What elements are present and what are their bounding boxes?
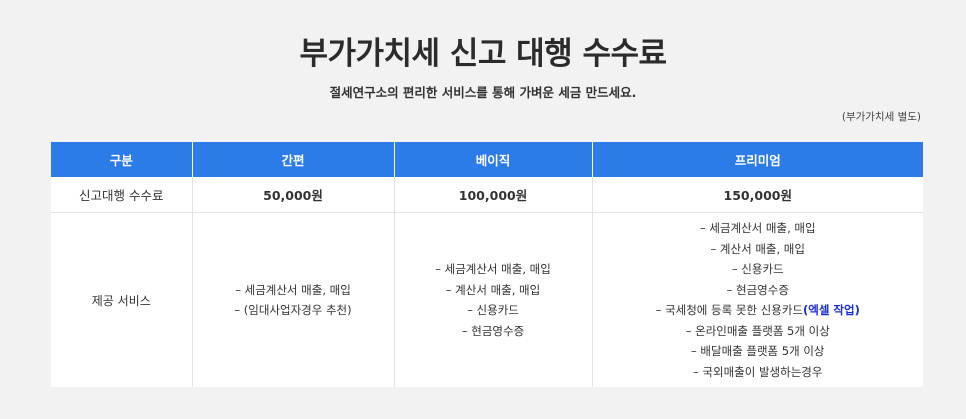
page-subtitle: 절세연구소의 편리한 서비스를 통해 가벼운 세금 만드세요. bbox=[329, 85, 637, 100]
list-item: – 신용카드 bbox=[731, 262, 784, 276]
list-item: – 국외매출이 발생하는경우 bbox=[693, 364, 823, 379]
list-item: – 배달매출 플랫폼 5개 이상 bbox=[691, 344, 825, 358]
table-header-row: 구분 간편 베이직 프리미엄 bbox=[51, 142, 923, 177]
list-item-highlighted: – 국세청에 등록 못한 신용카드(엑셀 작업) bbox=[593, 300, 924, 321]
fee-premium: 150,000원 bbox=[591, 177, 923, 213]
service-premium-cell: – 세금계산서 매출, 매입 – 계산서 매출, 매입 – 신용카드 – 현금영… bbox=[591, 212, 924, 387]
list-item: – 세금계산서 매출, 매입 bbox=[435, 262, 551, 276]
service-basic-cell: – 세금계산서 매출, 매입 – 계산서 매출, 매입 – 신용카드 – 현금영… bbox=[393, 212, 592, 387]
list-item: – 계산서 매출, 매입 bbox=[710, 241, 805, 256]
service-row: 제공 서비스 – 세금계산서 매출, 매입 – (임대사업자경우 추천) – 세… bbox=[51, 212, 924, 387]
service-row-label: 제공 서비스 bbox=[51, 212, 192, 387]
excel-work-highlight: (엑셀 작업) bbox=[803, 303, 860, 317]
service-premium-list: – 세금계산서 매출, 매입 – 계산서 매출, 매입 – 신용카드 – 현금영… bbox=[593, 218, 924, 382]
list-item: – 계산서 매출, 매입 bbox=[445, 282, 541, 297]
fee-simple: 50,000원 bbox=[191, 177, 394, 213]
column-header-category: 구분 bbox=[51, 142, 192, 177]
fee-basic: 100,000원 bbox=[393, 177, 592, 213]
column-header-simple: 간편 bbox=[191, 142, 394, 177]
pricing-table: 구분 간편 베이직 프리미엄 신고대행 수수료 50,000원 100,000원… bbox=[51, 142, 923, 387]
list-item: – 온라인매출 플랫폼 5개 이상 bbox=[685, 323, 830, 338]
list-item: – 세금계산서 매출, 매입 bbox=[235, 282, 351, 297]
service-simple-list: – 세금계산서 매출, 매입 – (임대사업자경우 추천) bbox=[193, 280, 394, 321]
list-item: – 세금계산서 매출, 매입 bbox=[699, 221, 816, 235]
fee-row-label: 신고대행 수수료 bbox=[79, 188, 164, 203]
page-title: 부가가치세 신고 대행 수수료 bbox=[299, 36, 667, 72]
list-item: – 현금영수증 bbox=[461, 323, 525, 338]
service-simple-cell: – 세금계산서 매출, 매입 – (임대사업자경우 추천) bbox=[191, 212, 394, 387]
column-header-premium: 프리미엄 bbox=[591, 142, 923, 177]
list-item-text: – 국세청에 등록 못한 신용카드 bbox=[655, 303, 803, 317]
service-basic-list: – 세금계산서 매출, 매입 – 계산서 매출, 매입 – 신용카드 – 현금영… bbox=[395, 259, 592, 341]
column-header-basic: 베이직 bbox=[393, 142, 592, 177]
vat-note: (부가가치세 별도) bbox=[841, 111, 921, 123]
list-item: – 신용카드 bbox=[467, 303, 519, 317]
list-item: – 현금영수증 bbox=[726, 282, 789, 297]
fee-row: 신고대행 수수료 50,000원 100,000원 150,000원 bbox=[51, 177, 923, 213]
list-item: – (임대사업자경우 추천) bbox=[234, 303, 352, 317]
